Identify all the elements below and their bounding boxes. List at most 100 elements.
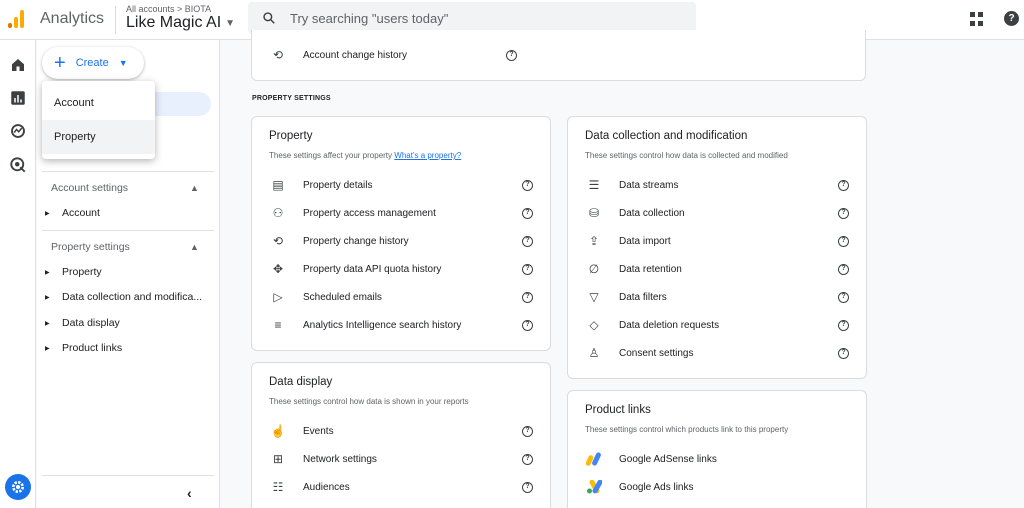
- menu-item-property[interactable]: Property: [42, 120, 155, 154]
- sidebar-item-product-links[interactable]: ▶ Product links: [45, 342, 122, 354]
- whats-a-property-link[interactable]: What's a property?: [394, 151, 461, 160]
- row-label: Data filters: [619, 291, 667, 303]
- breadcrumb[interactable]: All accounts > BIOTA: [126, 4, 211, 14]
- settings-row[interactable]: ⇪ Data import ?: [585, 231, 849, 251]
- expand-arrow-icon: ▶: [45, 320, 50, 327]
- filter-icon: ▽: [589, 290, 599, 304]
- create-button[interactable]: + Create ▼: [42, 47, 144, 79]
- settings-row[interactable]: ∅ Data retention ?: [585, 259, 849, 279]
- google-ads-icon: [585, 480, 603, 494]
- help-circle-icon[interactable]: ?: [522, 453, 533, 465]
- settings-row[interactable]: ▤ Property details ?: [269, 175, 533, 195]
- eraser-icon: ◇: [589, 318, 599, 332]
- reports-icon[interactable]: [9, 89, 27, 107]
- help-circle-icon[interactable]: ?: [838, 235, 849, 247]
- property-settings-heading[interactable]: Property settings: [51, 241, 130, 253]
- sidebar-item-label: Account: [62, 207, 100, 219]
- row-label: Property change history: [303, 235, 409, 247]
- home-icon[interactable]: [9, 56, 27, 74]
- sidebar-item-label: Data collection and modifica...: [62, 291, 203, 303]
- help-circle-icon[interactable]: ?: [522, 319, 533, 331]
- help-circle-icon[interactable]: ?: [838, 319, 849, 331]
- help-circle-icon[interactable]: ?: [522, 481, 533, 493]
- property-card: Property These settings affect your prop…: [251, 116, 551, 351]
- help-icon[interactable]: ?: [1004, 11, 1019, 26]
- settings-row[interactable]: Google Ads links: [585, 477, 849, 497]
- help-circle-icon[interactable]: ?: [838, 179, 849, 191]
- settings-row[interactable]: ⟲ Account change history ?: [269, 45, 848, 65]
- touch-icon: ☝: [270, 424, 286, 438]
- collapse-chevron-left-icon[interactable]: ‹: [187, 485, 192, 501]
- help-circle-icon[interactable]: ?: [522, 425, 533, 437]
- apps-grid-icon[interactable]: [970, 12, 984, 26]
- admin-gear-icon[interactable]: [5, 474, 31, 500]
- row-label: Google AdSense links: [619, 453, 717, 465]
- details-icon: ▤: [272, 178, 284, 192]
- retention-icon: ∅: [588, 262, 600, 276]
- help-circle-icon[interactable]: ?: [838, 207, 849, 219]
- settings-row[interactable]: ▽ Data filters ?: [585, 287, 849, 307]
- menu-item-account[interactable]: Account: [42, 86, 155, 120]
- nav-rail: [0, 40, 36, 508]
- sidebar-item-account[interactable]: ▶ Account: [45, 207, 100, 219]
- settings-row[interactable]: ⚇ Property access management ?: [269, 203, 533, 223]
- card-description: These settings control how data is colle…: [585, 151, 788, 160]
- quota-icon: ✥: [272, 262, 284, 276]
- help-circle-icon[interactable]: ?: [506, 49, 517, 61]
- help-circle-icon[interactable]: ?: [522, 207, 533, 219]
- help-circle-icon[interactable]: ?: [522, 235, 533, 247]
- settings-row[interactable]: ☝ Events ?: [269, 421, 533, 441]
- card-description: These settings control how data is shown…: [269, 397, 469, 406]
- sidebar-item-label: Data display: [62, 317, 120, 329]
- history-icon: ⟲: [272, 234, 284, 248]
- advertising-icon[interactable]: [9, 156, 27, 174]
- account-settings-heading[interactable]: Account settings: [51, 182, 128, 194]
- settings-row[interactable]: Google AdSense links: [585, 449, 849, 469]
- property-picker[interactable]: Like Magic AI ▼: [126, 14, 235, 32]
- sidebar-item-data-collection[interactable]: ▶ Data collection and modifica...: [45, 291, 202, 303]
- caret-down-icon: ▼: [118, 58, 128, 68]
- card-title: Data collection and modification: [585, 130, 748, 142]
- sidebar-item-property[interactable]: ▶ Property: [45, 266, 102, 278]
- sidebar-item-data-display[interactable]: ▶ Data display: [45, 317, 120, 329]
- sidebar-item-label: Product links: [62, 342, 123, 354]
- help-circle-icon[interactable]: ?: [522, 179, 533, 191]
- settings-row[interactable]: ☷ Audiences ?: [269, 477, 533, 497]
- analytics-logo-icon[interactable]: [8, 8, 26, 28]
- header-divider: [115, 6, 116, 34]
- settings-row[interactable]: ▷ Scheduled emails ?: [269, 287, 533, 307]
- data-display-card: Data display These settings control how …: [251, 362, 551, 508]
- scheduled-email-icon: ▷: [273, 290, 283, 304]
- database-icon: ⛁: [588, 206, 600, 220]
- row-label: Data import: [619, 235, 671, 247]
- settings-row[interactable]: ≡ Analytics Intelligence search history …: [269, 315, 533, 335]
- search-icon: [263, 12, 275, 24]
- row-label: Analytics Intelligence search history: [303, 319, 462, 331]
- settings-row[interactable]: ⊞ Network settings ?: [269, 449, 533, 469]
- settings-row[interactable]: ✥ Property data API quota history ?: [269, 259, 533, 279]
- network-icon: ⊞: [272, 452, 284, 466]
- plus-icon: +: [54, 52, 66, 74]
- row-label: Data streams: [619, 179, 679, 191]
- row-label: Consent settings: [619, 347, 694, 359]
- app-name[interactable]: Analytics: [40, 10, 104, 28]
- create-label: Create: [75, 57, 109, 69]
- expand-arrow-icon: ▶: [45, 345, 50, 352]
- sidebar-divider: [42, 171, 214, 172]
- chevron-up-icon[interactable]: ▲: [190, 183, 199, 193]
- settings-row[interactable]: ⛁ Data collection ?: [585, 203, 849, 223]
- help-circle-icon[interactable]: ?: [522, 263, 533, 275]
- help-circle-icon[interactable]: ?: [838, 263, 849, 275]
- settings-row[interactable]: ⟲ Property change history ?: [269, 231, 533, 251]
- help-circle-icon[interactable]: ?: [522, 291, 533, 303]
- explore-icon[interactable]: [9, 122, 27, 140]
- help-circle-icon[interactable]: ?: [838, 291, 849, 303]
- help-circle-icon[interactable]: ?: [838, 347, 849, 359]
- search-input[interactable]: [290, 10, 670, 26]
- settings-row[interactable]: ☰ Data streams ?: [585, 175, 849, 195]
- settings-row[interactable]: ◇ Data deletion requests ?: [585, 315, 849, 335]
- create-menu: Account Property: [42, 81, 155, 159]
- settings-row[interactable]: ♙ Consent settings ?: [585, 343, 849, 363]
- chevron-up-icon[interactable]: ▲: [190, 242, 199, 252]
- desc-text: These settings affect your property: [269, 151, 393, 160]
